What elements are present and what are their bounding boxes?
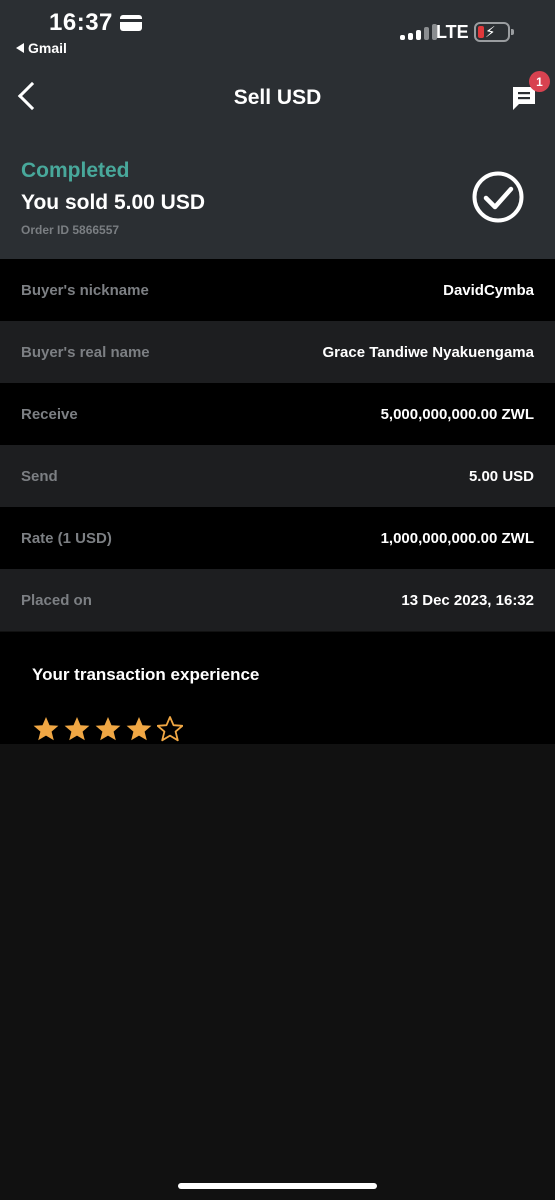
- order-details-list: Buyer's nickname DavidCymba Buyer's real…: [0, 259, 555, 631]
- detail-label: Send: [21, 467, 58, 485]
- chat-badge: 1: [529, 71, 550, 92]
- back-app-label: Gmail: [28, 40, 67, 56]
- detail-label: Buyer's nickname: [21, 281, 149, 299]
- check-circle-icon: [472, 171, 524, 223]
- back-triangle-icon: [16, 43, 24, 53]
- back-to-app-link[interactable]: Gmail: [16, 40, 67, 56]
- detail-row-send: Send 5.00 USD: [0, 445, 555, 507]
- detail-label: Rate (1 USD): [21, 529, 112, 547]
- order-status: Completed: [21, 159, 130, 182]
- star-filled-icon[interactable]: [126, 716, 152, 742]
- order-summary-title: You sold 5.00 USD: [21, 191, 205, 214]
- order-id: Order ID 5866557: [21, 223, 120, 237]
- detail-label: Receive: [21, 405, 78, 423]
- detail-label: Buyer's real name: [21, 343, 150, 361]
- detail-value: 13 Dec 2023, 16:32: [401, 591, 534, 609]
- transaction-experience-section: Your transaction experience: [0, 632, 555, 744]
- detail-value: 5.00 USD: [468, 467, 534, 485]
- star-filled-icon[interactable]: [64, 716, 90, 742]
- detail-row-placed-on: Placed on 13 Dec 2023, 16:32: [0, 569, 555, 631]
- detail-value: DavidCymba: [443, 281, 534, 299]
- detail-value: Grace Tandiwe Nyakuengama: [322, 343, 534, 361]
- star-rating[interactable]: [33, 716, 183, 744]
- star-empty-icon[interactable]: [157, 716, 183, 742]
- detail-value: 5,000,000,000.00 ZWL: [380, 405, 534, 423]
- status-time: 16:37: [49, 9, 113, 36]
- detail-label: Placed on: [21, 591, 92, 609]
- detail-row-buyer-real-name: Buyer's real name Grace Tandiwe Nyakueng…: [0, 321, 555, 383]
- detail-row-buyer-nickname: Buyer's nickname DavidCymba: [0, 259, 555, 321]
- experience-title: Your transaction experience: [32, 665, 260, 684]
- network-type: LTE: [436, 22, 469, 42]
- signal-strength-icon: [400, 24, 437, 40]
- wallet-card-icon: [120, 15, 142, 31]
- star-filled-icon[interactable]: [33, 716, 59, 742]
- detail-row-receive: Receive 5,000,000,000.00 ZWL: [0, 383, 555, 445]
- page-title: Sell USD: [233, 86, 322, 109]
- home-indicator: [178, 1183, 377, 1189]
- detail-value: 1,000,000,000.00 ZWL: [380, 529, 534, 547]
- star-filled-icon[interactable]: [95, 716, 121, 742]
- detail-row-rate: Rate (1 USD) 1,000,000,000.00 ZWL: [0, 507, 555, 569]
- battery-charging-icon: ⚡: [474, 22, 514, 42]
